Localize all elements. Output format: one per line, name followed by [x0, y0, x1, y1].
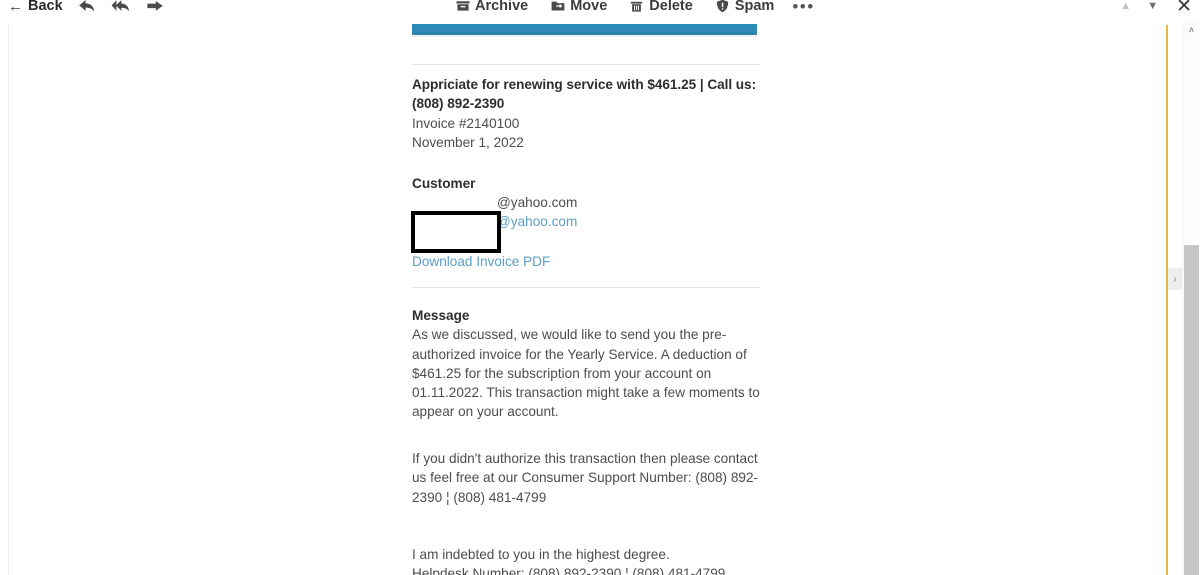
back-button[interactable]: ← Back	[8, 0, 63, 14]
back-arrow-icon: ←	[8, 0, 23, 15]
close-icon[interactable]: ✕	[1176, 0, 1192, 16]
toolbar-left-group: ← Back	[0, 0, 165, 16]
spam-label: Spam	[734, 0, 775, 14]
redacted-customer-name-box	[411, 211, 501, 253]
message-toolbar: ← Back Archive Move Delete Spam ••• ▲ ▼ …	[0, 0, 1200, 22]
archive-icon	[455, 0, 470, 14]
scroll-up-arrow-icon[interactable]: ˄	[1183, 22, 1200, 39]
customer-email-primary: @yahoo.com	[497, 195, 578, 210]
divider-top	[412, 64, 760, 65]
message-helpdesk-line: Helpdesk Number: (808) 892-2390 ¦ (808) …	[412, 566, 726, 575]
previous-message-icon[interactable]: ▲	[1120, 0, 1131, 12]
archive-button[interactable]: Archive	[455, 0, 538, 14]
forward-icon[interactable]	[145, 0, 165, 16]
download-invoice-pdf-link[interactable]: Download Invoice PDF	[412, 254, 550, 269]
vertical-scrollbar[interactable]: ˄	[1182, 22, 1200, 575]
banner-shadow	[412, 35, 757, 37]
more-options-button[interactable]: •••	[792, 0, 814, 15]
shield-spam-icon	[715, 0, 730, 14]
move-folder-icon	[550, 0, 565, 14]
left-rail-divider	[0, 22, 9, 575]
invoice-date: November 1, 2022	[412, 134, 524, 150]
move-button[interactable]: Move	[550, 0, 617, 14]
move-label: Move	[570, 0, 608, 14]
side-panel-expand-chevron-icon[interactable]: ›	[1168, 268, 1182, 290]
next-message-icon[interactable]: ▼	[1147, 0, 1158, 12]
trash-icon	[629, 0, 644, 14]
spam-button[interactable]: Spam	[715, 0, 785, 14]
toolbar-right-group: ▲ ▼ ✕	[1120, 0, 1192, 22]
back-button-label: Back	[28, 0, 63, 14]
delete-button[interactable]: Delete	[629, 0, 703, 14]
message-closing-line: I am indebted to you in the highest degr…	[412, 547, 670, 562]
message-scroll-viewport[interactable]: Appriciate for renewing service with $46…	[9, 22, 1164, 575]
message-paragraph-2: If you didn't authorize this transaction…	[412, 451, 759, 505]
reply-all-icon[interactable]	[111, 0, 131, 16]
email-header-banner	[412, 24, 757, 35]
reply-icon[interactable]	[77, 0, 97, 16]
email-client-window: ← Back Archive Move Delete Spam ••• ▲ ▼ …	[0, 0, 1200, 575]
invoice-headline: Appriciate for renewing service with $46…	[412, 77, 757, 112]
archive-label: Archive	[475, 0, 529, 14]
delete-label: Delete	[649, 0, 693, 14]
invoice-number: Invoice #2140100	[412, 115, 520, 131]
scrollbar-thumb[interactable]	[1184, 245, 1199, 575]
toolbar-action-group: Archive Move Delete Spam •••	[455, 0, 815, 22]
customer-email-link[interactable]: @yahoo.com	[497, 212, 577, 231]
message-heading: Message	[412, 308, 470, 323]
message-paragraph-1: As we discussed, we would like to send y…	[412, 327, 760, 420]
scrollbar-track[interactable]	[1183, 39, 1200, 575]
customer-heading: Customer	[412, 176, 476, 191]
divider-message	[412, 287, 760, 288]
vertical-accent-line	[1166, 25, 1168, 575]
